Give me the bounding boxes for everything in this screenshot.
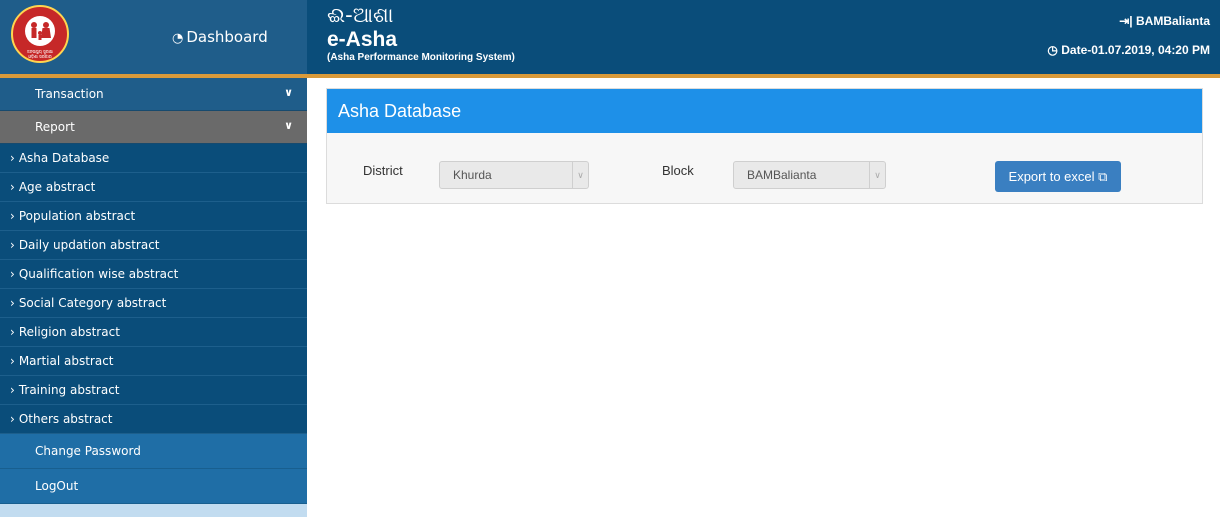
asha-database-panel: Asha Database District Khurda ∨ Block BA… xyxy=(326,88,1203,204)
subitem-label: Others abstract xyxy=(18,412,113,426)
district-value: Khurda xyxy=(453,168,492,182)
chevron-right-icon: › xyxy=(10,412,15,426)
district-select[interactable]: Khurda ∨ xyxy=(439,161,589,189)
sidebar-item-label: Report xyxy=(35,120,75,134)
sidebar-item-label: Change Password xyxy=(35,444,141,458)
chevron-down-icon: ∨ xyxy=(284,119,293,132)
brand-subtitle: (Asha Performance Monitoring System) xyxy=(327,52,515,63)
sidebar-item-label: LogOut xyxy=(35,479,79,493)
subitem-label: Martial abstract xyxy=(18,354,114,368)
chevron-down-icon: ∨ xyxy=(869,162,885,188)
chevron-right-icon: › xyxy=(10,354,15,368)
export-label: Export to excel xyxy=(1008,169,1095,184)
sidebar-subitem-training-abstract[interactable]: › Training abstract xyxy=(0,376,307,405)
block-select[interactable]: BAMBalianta ∨ xyxy=(733,161,886,189)
chevron-down-icon: ∨ xyxy=(284,86,293,99)
export-to-excel-button[interactable]: Export to excel ⧉ xyxy=(995,161,1121,192)
panel-title: Asha Database xyxy=(338,101,462,121)
subitem-label: Daily updation abstract xyxy=(18,238,160,252)
panel-header: Asha Database xyxy=(327,89,1202,133)
tachometer-icon: ◔ xyxy=(172,31,184,46)
brand-title: e-Asha xyxy=(327,28,398,51)
sidebar-subitem-social-category-abstract[interactable]: › Social Category abstract xyxy=(0,289,307,318)
chevron-right-icon: › xyxy=(10,238,15,252)
subitem-label: Social Category abstract xyxy=(18,296,167,310)
subitem-label: Asha Database xyxy=(18,151,110,165)
logo-area: ଜନସାସ୍ଥ୍ୟ ସୁରକ୍ଷା ଓଡ଼ିଶା ସରକାର ◔ Dashboar… xyxy=(0,0,307,76)
chevron-right-icon: › xyxy=(10,383,15,397)
chevron-down-icon: ∨ xyxy=(572,162,588,188)
chevron-right-icon: › xyxy=(10,267,15,281)
sidebar-subitem-religion-abstract[interactable]: › Religion abstract xyxy=(0,318,307,347)
chevron-right-icon: › xyxy=(10,209,15,223)
sign-in-icon: ⇥| xyxy=(1119,14,1136,28)
subitem-label: Religion abstract xyxy=(18,325,120,339)
sidebar-subitem-asha-database[interactable]: › Asha Database xyxy=(0,144,307,173)
user-info[interactable]: ⇥| BAMBalianta xyxy=(1119,14,1210,28)
logo-tagline-2: ଓଡ଼ିଶା ସରକାର xyxy=(28,54,51,59)
sidebar-subitem-age-abstract[interactable]: › Age abstract xyxy=(0,173,307,202)
chevron-right-icon: › xyxy=(10,296,15,310)
chevron-right-icon: › xyxy=(10,151,15,165)
brand-odia: ଈ-ଆଶା xyxy=(327,3,394,27)
date-text: Date-01.07.2019, 04:20 PM xyxy=(1061,43,1210,57)
district-label: District xyxy=(363,163,403,178)
subitem-label: Training abstract xyxy=(18,383,120,397)
sidebar-subitem-daily-updation-abstract[interactable]: › Daily updation abstract xyxy=(0,231,307,260)
top-header: ଜନସାସ୍ଥ୍ୟ ସୁରକ୍ଷା ଓଡ଼ିଶା ସରକାର ◔ Dashboar… xyxy=(0,0,1220,76)
sidebar-item-transaction[interactable]: Transaction ∨ xyxy=(0,78,307,111)
sidebar-subitem-others-abstract[interactable]: › Others abstract xyxy=(0,405,307,434)
sidebar-subitem-population-abstract[interactable]: › Population abstract xyxy=(0,202,307,231)
chevron-right-icon: › xyxy=(10,325,15,339)
clock-icon: ◷ xyxy=(1047,43,1062,57)
date-display: ◷ Date-01.07.2019, 04:20 PM xyxy=(1047,43,1210,57)
user-name: BAMBalianta xyxy=(1135,14,1210,28)
sidebar-item-report[interactable]: Report ∨ xyxy=(0,111,307,144)
subitem-label: Qualification wise abstract xyxy=(18,267,179,281)
sidebar-item-label: Transaction xyxy=(35,87,104,101)
sidebar-subitem-qualification-abstract[interactable]: › Qualification wise abstract xyxy=(0,260,307,289)
sidebar-item-logout[interactable]: LogOut xyxy=(0,469,307,504)
chevron-right-icon: › xyxy=(10,180,15,194)
copy-icon: ⧉ xyxy=(1098,169,1108,184)
sidebar-item-change-password[interactable]: Change Password xyxy=(0,434,307,469)
block-label: Block xyxy=(662,163,694,178)
sidebar-subitem-martial-abstract[interactable]: › Martial abstract xyxy=(0,347,307,376)
dashboard-link[interactable]: ◔ Dashboard xyxy=(172,28,268,46)
nrhm-logo: ଜନସାସ୍ଥ୍ୟ ସୁରକ୍ଷା ଓଡ଼ିଶା ସରକାର xyxy=(11,5,69,63)
sidebar: Transaction ∨ Report ∨ › Asha Database › A… xyxy=(0,78,307,517)
block-value: BAMBalianta xyxy=(747,168,817,182)
subitem-label: Age abstract xyxy=(18,180,96,194)
subitem-label: Population abstract xyxy=(18,209,136,223)
dashboard-label: Dashboard xyxy=(186,28,268,46)
